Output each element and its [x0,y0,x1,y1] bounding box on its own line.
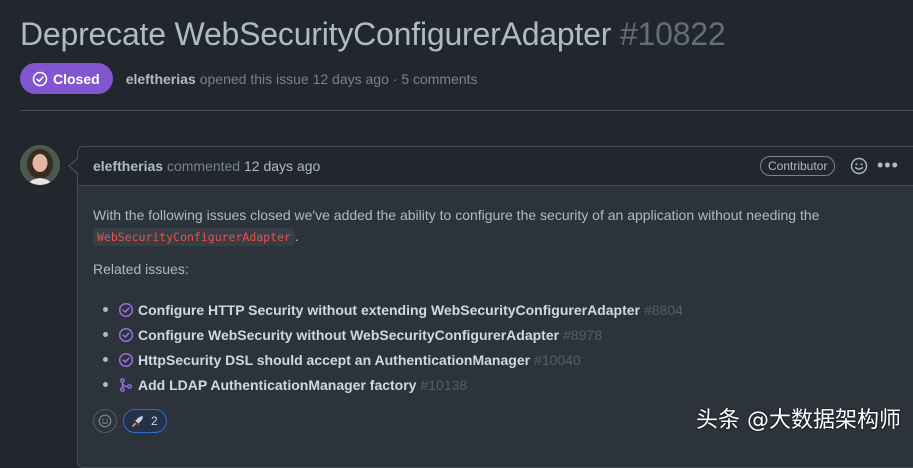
related-issue-number: #8804 [643,301,683,318]
issue-title: Deprecate WebSecurityConfigurerAdapter #… [20,16,726,53]
closed-issue-icon [118,327,134,343]
status-label: Closed [53,70,100,87]
related-issues-list: Configure HTTP Security without extendin… [103,297,683,397]
reactions-bar: 2 [93,409,167,433]
related-issue-number: #8978 [563,326,603,343]
related-issue-link[interactable]: Configure HTTP Security without extendin… [138,302,640,318]
bullet [103,332,108,337]
issue-meta: Closed eleftherias opened this issue 12 … [20,63,478,94]
related-issue-link[interactable]: Configure WebSecurity without WebSecurit… [138,327,559,343]
related-issues-label: Related issues: [93,261,189,277]
list-item: Add LDAP AuthenticationManager factory #… [103,372,683,397]
rocket-icon [132,416,143,427]
closed-issue-icon [118,352,134,368]
status-badge: Closed [20,63,113,94]
merged-pr-icon [118,377,134,393]
comment-meta: eleftherias commented 12 days ago [93,158,320,174]
avatar-image [20,145,60,185]
comment-action: commented [166,158,241,174]
contributor-badge: Contributor [760,156,836,176]
comment-time-link[interactable]: 12 days ago [244,158,320,174]
more-options-icon[interactable]: ••• [877,155,899,176]
watermark: 头条 @大数据架构师 [696,408,901,433]
add-reaction-icon[interactable] [850,157,868,180]
comment-body: With the following issues closed we've a… [93,205,853,248]
issue-number: #10822 [619,16,726,52]
related-issue-link[interactable]: Add LDAP AuthenticationManager factory [138,377,416,393]
reaction-count: 2 [151,414,158,428]
header-divider [20,110,913,111]
closed-issue-icon [118,302,134,318]
comment-author-link[interactable]: eleftherias [93,158,163,174]
comment-pointer-inner [70,159,78,173]
issue-meta-text: opened this issue 12 days ago · 5 commen… [199,70,478,87]
bullet [103,307,108,312]
related-issue-number: #10040 [534,351,581,368]
issue-author-link[interactable]: eleftherias [126,71,196,87]
issue-title-text: Deprecate WebSecurityConfigurerAdapter [20,16,612,52]
list-item: Configure HTTP Security without extendin… [103,297,683,322]
list-item: Configure WebSecurity without WebSecurit… [103,322,683,347]
related-issue-link[interactable]: HttpSecurity DSL should accept an Authen… [138,352,530,368]
bullet [103,382,108,387]
add-reaction-button[interactable] [93,409,117,433]
related-issue-number: #10138 [420,376,468,393]
smiley-icon [98,414,112,428]
avatar[interactable] [20,145,60,185]
bullet [103,357,108,362]
comment-body-end: . [294,228,299,244]
comment-body-text: With the following issues closed we've a… [93,207,820,223]
reaction-rocket-button[interactable]: 2 [123,409,167,433]
comment-header: eleftherias commented 12 days ago Contri… [78,147,913,186]
list-item: HttpSecurity DSL should accept an Authen… [103,347,683,372]
closed-check-icon [32,71,48,86]
inline-code: WebSecurityConfigurerAdapter [93,228,295,246]
